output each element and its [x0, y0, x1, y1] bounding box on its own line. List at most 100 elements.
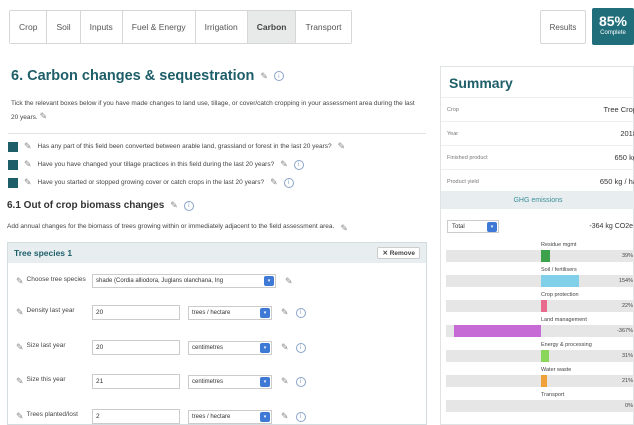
step-tabs: Crop Soil Inputs Fuel & Energy Irrigatio…	[9, 10, 352, 44]
pencil-icon[interactable]: ✎	[40, 111, 48, 121]
pencil-icon[interactable]: ✎	[16, 276, 24, 287]
ghg-emissions-tab[interactable]: GHG emissions	[441, 191, 634, 209]
summary-key: Finished product	[447, 154, 488, 161]
panel-header: Tree species 1 ✕ Remove	[8, 243, 426, 263]
question-label: Have you started or stopped growing cove…	[37, 179, 265, 186]
intro-text-body: Tick the relevant boxes below if you hav…	[11, 100, 415, 121]
tab-soil[interactable]: Soil	[47, 11, 81, 43]
emission-bar	[541, 275, 579, 287]
species-select-value: shade (Cordia alliodora, Juglans olancha…	[96, 278, 224, 284]
pencil-icon[interactable]: ✎	[24, 159, 32, 170]
emission-bar-track: 21%	[446, 375, 634, 387]
pencil-icon[interactable]: ✎	[16, 411, 24, 422]
tab-fuel-energy[interactable]: Fuel & Energy	[122, 11, 196, 43]
species-select[interactable]: shade (Cordia alliodora, Juglans olancha…	[92, 274, 276, 288]
pencil-icon[interactable]: ✎	[16, 376, 24, 387]
summary-key: Crop	[447, 106, 459, 113]
intro-text: Tick the relevant boxes below if you hav…	[11, 98, 421, 124]
emission-category-label: Crop protection	[541, 292, 579, 298]
trees-planted-unit-value: trees / hectare	[192, 413, 231, 420]
tillage-checkbox[interactable]	[8, 159, 18, 170]
summary-value: 650 kg / ha	[599, 177, 634, 186]
pencil-icon[interactable]: ✎	[260, 71, 268, 82]
tab-irrigation[interactable]: Irrigation	[195, 11, 248, 43]
question-row-cover-crops: ✎ Have you started or stopped growing co…	[8, 177, 294, 188]
size-last-year-input[interactable]: 20	[92, 340, 180, 355]
pencil-icon[interactable]: ✎	[340, 223, 348, 234]
question-label: Has any part of this field been converte…	[37, 143, 332, 150]
total-select[interactable]: Total ▾	[447, 220, 499, 233]
density-unit-select[interactable]: trees / hectare ▾	[188, 305, 272, 320]
info-icon[interactable]: i	[295, 376, 306, 387]
emission-category-label: Energy & processing	[541, 342, 592, 348]
emission-bar-track: -367%	[446, 325, 634, 337]
summary-row-product-yield: Product yield 650 kg / ha	[441, 169, 634, 193]
land-use-checkbox[interactable]	[8, 141, 18, 152]
section-description: Add annual changes for the biomass of tr…	[7, 223, 348, 234]
summary-value: 2018	[620, 129, 634, 138]
cover-crops-checkbox[interactable]	[8, 177, 18, 188]
pencil-icon[interactable]: ✎	[16, 342, 24, 353]
completion-label: Complete	[600, 30, 626, 36]
pencil-icon[interactable]: ✎	[281, 342, 289, 353]
pencil-icon[interactable]: ✎	[170, 200, 178, 211]
pencil-icon[interactable]: ✎	[338, 141, 346, 152]
tab-inputs[interactable]: Inputs	[80, 11, 123, 43]
emission-category-label: Residue mgmt	[541, 242, 577, 248]
page-title-row: 6. Carbon changes & sequestration ✎ i	[11, 68, 284, 84]
size-last-year-unit-select[interactable]: centimetres ▾	[188, 340, 272, 355]
trees-planted-unit-select[interactable]: trees / hectare ▾	[188, 409, 272, 424]
pencil-icon[interactable]: ✎	[280, 159, 288, 170]
density-input[interactable]: 20	[92, 305, 180, 320]
pencil-icon[interactable]: ✎	[270, 177, 278, 188]
tab-transport[interactable]: Transport	[296, 11, 351, 43]
size-last-year-row: ✎ Size last year 20 centimetres ▾ ✎ i	[16, 340, 306, 355]
pencil-icon[interactable]: ✎	[281, 411, 289, 422]
pencil-icon[interactable]: ✎	[281, 376, 289, 387]
emission-bar-percent: 0%	[625, 403, 633, 409]
summary-value: Tree Crop	[603, 105, 634, 114]
info-icon[interactable]: i	[183, 200, 194, 211]
summary-title: Summary	[449, 75, 513, 91]
summary-key: Product yield	[447, 178, 479, 185]
pencil-icon[interactable]: ✎	[24, 141, 32, 152]
emission-bar	[454, 325, 541, 337]
info-icon[interactable]: i	[295, 307, 306, 318]
summary-row-finished-product: Finished product 650 kg	[441, 145, 634, 169]
size-this-year-unit-value: centimetres	[192, 378, 224, 385]
tab-carbon[interactable]: Carbon	[247, 11, 297, 43]
emission-bar-percent: 154%	[618, 278, 633, 284]
remove-button[interactable]: ✕ Remove	[377, 247, 420, 259]
completion-badge: 85% Complete	[592, 8, 634, 45]
section-title-row: 6.1 Out of crop biomass changes ✎ i	[7, 200, 194, 211]
chevron-down-icon: ▾	[487, 222, 497, 232]
emission-bar	[541, 375, 547, 387]
info-icon[interactable]: i	[273, 71, 284, 81]
size-this-year-unit-select[interactable]: centimetres ▾	[188, 374, 272, 389]
field-label: ✎ Choose tree species	[16, 276, 92, 287]
pencil-icon[interactable]: ✎	[24, 177, 32, 188]
results-button[interactable]: Results	[540, 10, 586, 44]
pencil-icon[interactable]: ✎	[285, 276, 293, 287]
trees-planted-input[interactable]: 2	[92, 409, 180, 424]
divider	[8, 133, 426, 134]
emission-bar-track: 31%	[446, 350, 634, 362]
chevron-down-icon: ▾	[260, 411, 270, 422]
emission-bar-track: 154%	[446, 275, 634, 287]
emission-category-label: Soil / fertilisers	[541, 267, 577, 273]
panel-title: Tree species 1	[14, 248, 73, 258]
field-label: ✎ Size this year	[16, 376, 92, 387]
emission-category-label: Transport	[541, 392, 565, 398]
size-last-year-unit-value: centimetres	[192, 344, 224, 351]
info-icon[interactable]: i	[293, 159, 304, 170]
pencil-icon[interactable]: ✎	[281, 307, 289, 318]
pencil-icon[interactable]: ✎	[16, 307, 24, 318]
tree-species-panel: Tree species 1 ✕ Remove ✎ Choose tree spe…	[7, 242, 427, 425]
size-this-year-label: Size this year	[26, 376, 66, 383]
info-icon[interactable]: i	[283, 177, 294, 188]
info-icon[interactable]: i	[295, 342, 306, 353]
info-icon[interactable]: i	[295, 411, 306, 422]
size-this-year-input[interactable]: 21	[92, 374, 180, 389]
tab-crop[interactable]: Crop	[10, 11, 48, 43]
emission-bar-percent: 31%	[621, 353, 633, 359]
